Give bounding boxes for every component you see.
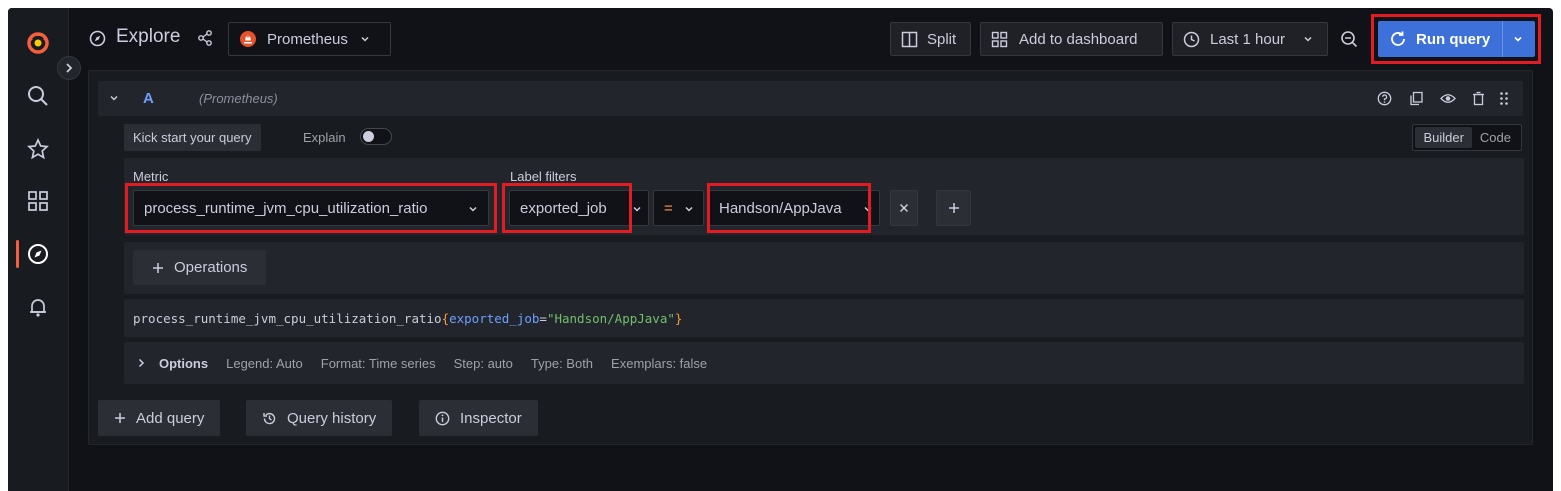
- zoom-out-icon[interactable]: [1340, 30, 1358, 48]
- compass-icon: [89, 30, 106, 47]
- datasource-picker[interactable]: Prometheus: [228, 22, 391, 56]
- prometheus-icon: [240, 31, 256, 47]
- query-builder: Metric Label filters process_runtime_jvm…: [124, 158, 1524, 235]
- refresh-icon: [1391, 31, 1405, 46]
- run-query-button[interactable]: Run query: [1378, 21, 1535, 57]
- promql-key: exported_job: [449, 311, 540, 326]
- mode-code-tab[interactable]: Code: [1472, 127, 1519, 148]
- grafana-logo-icon[interactable]: [24, 29, 52, 57]
- star-icon[interactable]: [24, 135, 52, 163]
- query-history-label: Query history: [287, 409, 377, 427]
- page-title: Explore: [116, 26, 181, 47]
- split-icon: [901, 31, 918, 47]
- options-step: Step: auto: [453, 355, 513, 371]
- query-letter[interactable]: A: [143, 90, 154, 107]
- metric-label: Metric: [133, 169, 169, 184]
- query-row-header: A (Prometheus): [98, 81, 1523, 116]
- close-icon: [899, 203, 909, 213]
- chevron-right-icon: [66, 63, 73, 73]
- mode-builder-tab[interactable]: Builder: [1415, 127, 1472, 148]
- operations-button[interactable]: Operations: [133, 250, 267, 285]
- eye-icon[interactable]: [1440, 91, 1456, 106]
- duplicate-icon[interactable]: [1409, 91, 1424, 106]
- kick-start-button[interactable]: Kick start your query: [124, 124, 261, 151]
- options-label: Options: [159, 355, 209, 371]
- help-icon[interactable]: [1377, 91, 1392, 106]
- promql-value: "Handson/AppJava": [546, 311, 675, 326]
- toggle-knob: [363, 131, 374, 142]
- bell-icon[interactable]: [24, 293, 52, 321]
- add-to-dashboard-button[interactable]: Add to dashboard: [980, 22, 1163, 56]
- explore-compass-icon[interactable]: [24, 240, 52, 268]
- options-type: Type: Both: [530, 355, 594, 371]
- remove-filter-button[interactable]: [890, 190, 918, 226]
- search-icon[interactable]: [24, 82, 52, 110]
- operations-label: Operations: [174, 259, 248, 276]
- time-range-label: Last 1 hour: [1210, 30, 1286, 48]
- clock-icon: [1183, 31, 1200, 47]
- button-divider: [1502, 21, 1503, 57]
- operations-row: Operations: [124, 242, 1524, 294]
- inspector-button[interactable]: Inspector: [419, 400, 538, 436]
- history-icon: [263, 412, 276, 424]
- promql-preview: process_runtime_jvm_cpu_utilization_rati…: [124, 299, 1524, 337]
- add-to-dashboard-label: Add to dashboard: [1019, 30, 1138, 48]
- plus-icon: [948, 203, 959, 213]
- drag-handle-icon[interactable]: [1499, 91, 1509, 106]
- options-exemplars: Exemplars: false: [611, 355, 708, 371]
- split-button[interactable]: Split: [890, 22, 971, 56]
- app-window: Explore Prometheus Split Add to dashboar…: [8, 8, 1553, 491]
- query-history-button[interactable]: Query history: [246, 400, 393, 436]
- collapse-chevron-icon[interactable]: [109, 93, 119, 103]
- datasource-name: Prometheus: [267, 30, 348, 48]
- explain-toggle[interactable]: [360, 128, 392, 145]
- inspector-label: Inspector: [460, 409, 522, 427]
- label-filters-label: Label filters: [510, 169, 577, 184]
- explain-label: Explain: [303, 130, 346, 145]
- chevron-down-icon: [633, 206, 641, 212]
- options-row[interactable]: Options Legend: Auto Format: Time series…: [124, 342, 1524, 384]
- query-panel: A (Prometheus) Kick start your query Exp…: [88, 70, 1533, 445]
- promql-eq: =: [539, 311, 547, 326]
- sidebar: [8, 8, 69, 491]
- add-query-button[interactable]: Add query: [98, 400, 221, 436]
- promql-brace-close: }: [674, 311, 683, 326]
- plus-icon: [153, 262, 163, 273]
- promql-brace-open: {: [441, 311, 450, 326]
- metric-highlight: [125, 183, 497, 233]
- dashboards-icon[interactable]: [24, 187, 52, 215]
- editor-mode-switch: Builder Code: [1412, 124, 1522, 151]
- chevron-down-icon: [1304, 36, 1312, 42]
- share-icon[interactable]: [197, 30, 213, 46]
- label-value-highlight: [707, 183, 871, 233]
- split-label: Split: [927, 30, 957, 48]
- apps-icon: [991, 31, 1008, 47]
- label-operator-value: =: [664, 199, 673, 217]
- options-format: Format: Time series: [320, 355, 436, 371]
- active-indicator: [16, 240, 19, 268]
- label-key-highlight: [502, 183, 632, 233]
- add-query-label: Add query: [136, 409, 205, 427]
- chevron-down-icon: [685, 206, 693, 212]
- label-operator-select[interactable]: =: [653, 190, 704, 226]
- chevron-right-icon: [138, 358, 145, 368]
- promql-metric: process_runtime_jvm_cpu_utilization_rati…: [133, 311, 442, 326]
- plus-icon: [115, 413, 125, 423]
- trash-icon[interactable]: [1471, 91, 1486, 106]
- info-icon: [435, 411, 450, 425]
- expand-sidebar-button[interactable]: [57, 56, 81, 80]
- chevron-down-icon[interactable]: [1513, 34, 1523, 44]
- time-range-picker[interactable]: Last 1 hour: [1172, 22, 1328, 56]
- chevron-down-icon: [361, 36, 369, 42]
- options-legend: Legend: Auto: [226, 355, 303, 371]
- query-datasource-hint: (Prometheus): [199, 91, 278, 106]
- add-filter-button[interactable]: [936, 190, 971, 226]
- run-query-label: Run query: [1416, 30, 1491, 48]
